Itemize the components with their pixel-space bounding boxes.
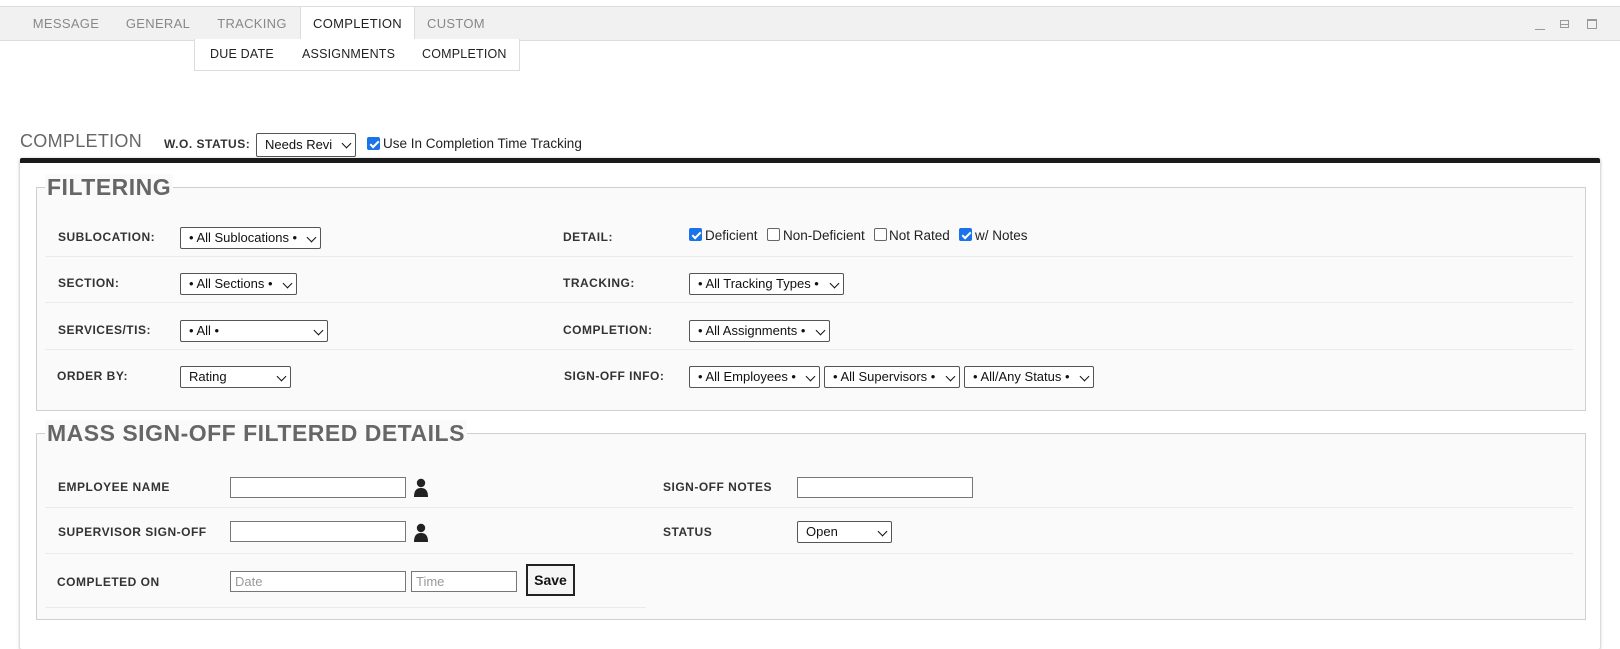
- supervisor-sign-off-label: SUPERVISOR SIGN-OFF: [58, 525, 207, 539]
- tab-message[interactable]: MESSAGE: [20, 7, 112, 40]
- mass-sign-off-legend: MASS SIGN-OFF FILTERED DETAILS: [45, 420, 467, 447]
- sign-off-info-label: SIGN-OFF INFO:: [564, 369, 665, 383]
- sign-off-employees-select[interactable]: • All Employees •: [689, 366, 820, 388]
- sign-off-status-select[interactable]: • All/Any Status •: [964, 366, 1094, 388]
- minimize-icon[interactable]: [1534, 19, 1546, 31]
- tracking-label: TRACKING:: [563, 276, 635, 290]
- completed-date-input[interactable]: Date: [230, 571, 406, 592]
- tracking-value: • All Tracking Types •: [698, 276, 819, 291]
- subtab-bar: DUE DATE ASSIGNMENTS COMPLETION: [194, 39, 520, 71]
- tab-tracking[interactable]: TRACKING: [204, 7, 300, 40]
- with-notes-checkbox[interactable]: [959, 228, 972, 241]
- mass-sign-off-fieldset: MASS SIGN-OFF FILTERED DETAILS EMPLOYEE …: [36, 420, 1586, 620]
- tab-bar: MESSAGE GENERAL TRACKING COMPLETION CUST…: [0, 6, 1620, 41]
- completed-on-label: COMPLETED ON: [57, 575, 160, 589]
- sign-off-employees-value: • All Employees •: [698, 369, 796, 384]
- tab-general[interactable]: GENERAL: [112, 7, 204, 40]
- sublocation-select[interactable]: • All Sublocations •: [180, 227, 321, 249]
- person-picker-icon[interactable]: [413, 477, 429, 497]
- completion-label: COMPLETION:: [563, 323, 653, 337]
- filtering-legend: FILTERING: [45, 174, 174, 201]
- filtering-fieldset: FILTERING SUBLOCATION: • All Sublocation…: [36, 174, 1586, 411]
- sign-off-notes-input[interactable]: [797, 477, 973, 498]
- services-value: • All •: [189, 323, 220, 338]
- subtab-assignments[interactable]: ASSIGNMENTS: [302, 39, 395, 70]
- section-label: SECTION:: [58, 276, 120, 290]
- detail-label: DETAIL:: [563, 230, 613, 244]
- completion-select[interactable]: • All Assignments •: [689, 320, 830, 342]
- services-label: SERVICES/TIS:: [58, 323, 151, 337]
- sublocation-label: SUBLOCATION:: [58, 230, 156, 244]
- sign-off-supervisors-select[interactable]: • All Supervisors •: [824, 366, 960, 388]
- sublocation-value: • All Sublocations •: [189, 230, 298, 245]
- supervisor-sign-off-input[interactable]: [230, 521, 406, 542]
- employee-name-label: EMPLOYEE NAME: [58, 480, 170, 494]
- non-deficient-checkbox[interactable]: [767, 228, 780, 241]
- order-by-label: ORDER BY:: [57, 369, 128, 383]
- employee-name-input[interactable]: [230, 477, 406, 498]
- wo-status-value: Needs Revi: [265, 137, 333, 152]
- subtab-completion[interactable]: COMPLETION: [422, 39, 507, 70]
- completion-panel: FILTERING SUBLOCATION: • All Sublocation…: [20, 158, 1600, 649]
- section-select[interactable]: • All Sections •: [180, 273, 297, 295]
- page-title: COMPLETION: [20, 131, 143, 151]
- tab-completion[interactable]: COMPLETION: [300, 7, 415, 41]
- order-by-value: Rating: [189, 369, 227, 384]
- sign-off-notes-label: SIGN-OFF NOTES: [663, 480, 772, 494]
- completion-value: • All Assignments •: [698, 323, 806, 338]
- maximize-icon[interactable]: [1587, 19, 1597, 29]
- status-label: STATUS: [663, 525, 713, 539]
- order-by-select[interactable]: Rating: [180, 366, 291, 388]
- completed-time-input[interactable]: Time: [411, 571, 517, 592]
- restore-icon[interactable]: [1560, 20, 1569, 28]
- tab-custom[interactable]: CUSTOM: [414, 7, 498, 40]
- use-tracking-checkbox[interactable]: [367, 137, 380, 150]
- save-button[interactable]: Save: [526, 564, 575, 596]
- with-notes-label: w/ Notes: [975, 228, 1028, 243]
- status-value: Open: [806, 524, 838, 539]
- wo-status-select[interactable]: Needs Revi: [256, 133, 356, 157]
- sign-off-status-value: • All/Any Status •: [973, 369, 1070, 384]
- not-rated-label: Not Rated: [889, 228, 950, 243]
- use-tracking-label: Use In Completion Time Tracking: [383, 136, 582, 151]
- services-select[interactable]: • All •: [180, 320, 328, 342]
- non-deficient-label: Non-Deficient: [783, 228, 865, 243]
- deficient-label: Deficient: [705, 228, 758, 243]
- deficient-checkbox[interactable]: [689, 228, 702, 241]
- person-picker-icon[interactable]: [413, 522, 429, 542]
- tracking-select[interactable]: • All Tracking Types •: [689, 273, 844, 295]
- subtab-due-date[interactable]: DUE DATE: [210, 39, 274, 70]
- section-value: • All Sections •: [189, 276, 273, 291]
- status-select[interactable]: Open: [797, 521, 892, 543]
- not-rated-checkbox[interactable]: [874, 228, 887, 241]
- sign-off-supervisors-value: • All Supervisors •: [833, 369, 936, 384]
- wo-status-label: W.O. STATUS:: [164, 137, 251, 151]
